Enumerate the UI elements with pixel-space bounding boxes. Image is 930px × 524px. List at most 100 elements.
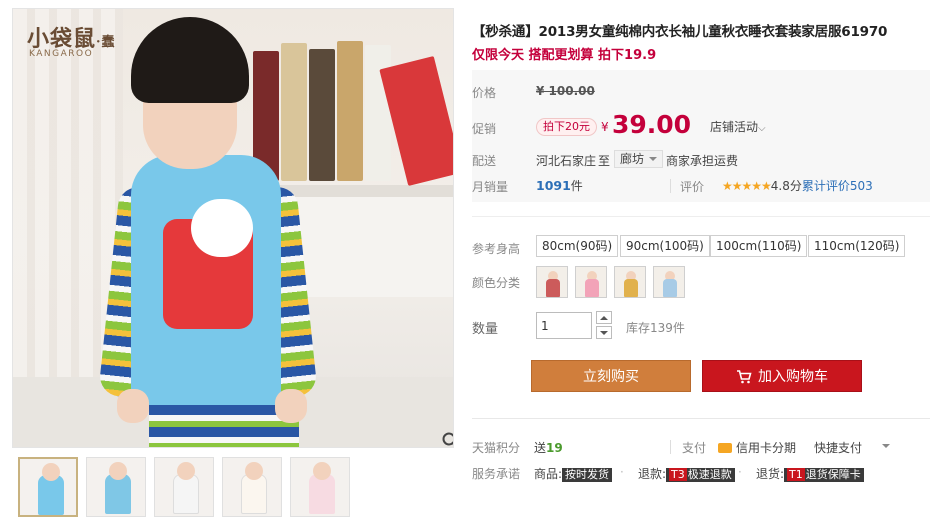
shipping-label: 配送: [472, 154, 497, 168]
monthly-sales: 1091件: [536, 177, 583, 194]
service-label: 服务承诺: [472, 467, 521, 481]
thumbnail-child: [105, 474, 131, 514]
color-option-4[interactable]: [653, 266, 685, 298]
credit-card-label: 信用卡分期: [736, 441, 797, 455]
fast-refund-badge[interactable]: T3 极速退款: [666, 468, 735, 482]
product-subtitle: 仅限今天 搭配更划算 拍下19.9: [472, 48, 657, 63]
size-label: 参考身高: [472, 242, 521, 256]
shipping-origin: 河北石家庄: [536, 154, 597, 168]
service-refund: 退款: T3 极速退款: [638, 465, 735, 482]
price-label: 价格: [472, 86, 497, 100]
currency-symbol: ¥: [601, 120, 609, 134]
main-product-image[interactable]: 小袋鼠·蠢 KANGAROO: [12, 8, 454, 448]
sales-unit: 件: [570, 179, 583, 193]
thumbnail-child-head: [313, 462, 331, 480]
credit-card-installment[interactable]: 信用卡分期: [718, 439, 796, 456]
original-price: ¥ 100.00: [536, 84, 595, 98]
destination-select[interactable]: 廊坊: [614, 150, 664, 168]
product-info-panel: 【秒杀通】2013男女童纯棉内衣长袖儿童秋衣睡衣套装家居服61970 仅限今天 …: [472, 0, 930, 524]
book: [309, 49, 335, 181]
thumbnail-child: [173, 474, 199, 514]
thumbnail-child: [309, 474, 335, 514]
size-options: 参考身高 80cm(90码) 90cm(100码) 100cm(110码) 11…: [472, 235, 930, 257]
service-goods: 商品: 按时发货: [534, 465, 613, 482]
return-guarantee-label: 退货保障卡: [805, 468, 861, 481]
chevron-down-icon: [600, 331, 608, 339]
separator-dot: ·: [738, 465, 742, 479]
sale-price: 39.00: [612, 110, 692, 139]
payment-label: 支付: [682, 441, 707, 455]
section-divider: [472, 216, 930, 217]
thumbnail-4[interactable]: [222, 457, 282, 517]
book: [337, 41, 363, 181]
swatch-body: [663, 279, 677, 297]
swatch-body: [546, 279, 560, 297]
thumbnail-5[interactable]: [290, 457, 350, 517]
shipping-to: 至: [598, 154, 611, 168]
thumbnail-child-head: [109, 462, 127, 480]
section-divider: [472, 418, 930, 419]
size-option-90[interactable]: 90cm(100码): [620, 235, 710, 257]
color-option-2[interactable]: [575, 266, 607, 298]
service-return: 退货: T1 退货保障卡: [756, 465, 864, 482]
rating-score: 4.8分: [770, 179, 802, 193]
buy-now-button[interactable]: 立刻购买: [531, 360, 691, 392]
promo-label: 促销: [472, 122, 497, 136]
shipping-fee: 商家承担运费: [666, 154, 739, 168]
divider: [670, 440, 671, 454]
total-reviews-link[interactable]: 累计评价503: [802, 179, 873, 193]
service-return-label: 退货:: [756, 467, 785, 481]
separator-dot: ·: [620, 465, 624, 479]
quantity-label: 数量: [472, 322, 499, 337]
chevron-up-icon: [600, 312, 608, 320]
shop-activity-dropdown[interactable]: 店铺活动⌵: [710, 118, 766, 135]
shirt-print-bear: [191, 199, 253, 257]
thumbnail-child: [38, 475, 64, 515]
thumbnail-3[interactable]: [154, 457, 214, 517]
sales-count: 1091: [536, 178, 571, 193]
star-rating-icon: ★★★★★: [722, 179, 772, 193]
color-option-1[interactable]: [536, 266, 568, 298]
cart-icon: [737, 370, 752, 384]
quantity-input[interactable]: [536, 312, 592, 339]
child-hand: [275, 389, 307, 423]
size-option-110[interactable]: 110cm(120码): [808, 235, 906, 257]
book: [365, 45, 391, 181]
thumbnail-1[interactable]: [18, 457, 78, 517]
rating-summary[interactable]: ★★★★★4.8分累计评价503: [722, 177, 873, 194]
thumbnail-child-head: [177, 462, 195, 480]
chevron-down-icon[interactable]: [882, 444, 890, 452]
service-refund-label: 退款:: [638, 467, 667, 481]
quantity-increase-button[interactable]: [596, 311, 612, 324]
color-label: 颜色分类: [472, 276, 521, 290]
add-to-cart-label: 加入购物车: [758, 369, 828, 385]
thumbnail-child: [241, 474, 267, 514]
child-hair: [131, 17, 249, 103]
size-option-100[interactable]: 100cm(110码): [710, 235, 808, 257]
price-box: 价格 ¥ 100.00 促销 拍下20元 ¥ 39.00 店铺活动⌵ 配送 河北…: [472, 70, 930, 202]
thumbnail-child-head: [42, 463, 60, 481]
color-options: 颜色分类: [472, 266, 930, 300]
on-time-delivery-badge[interactable]: 按时发货: [562, 468, 613, 482]
size-option-80[interactable]: 80cm(90码): [536, 235, 619, 257]
swatch-body: [624, 279, 638, 297]
t1-badge: T1: [787, 468, 805, 481]
chevron-down-icon: ⌵: [758, 123, 766, 134]
color-option-3[interactable]: [614, 266, 646, 298]
add-to-cart-button[interactable]: 加入购物车: [702, 360, 862, 392]
child-hand: [117, 389, 149, 423]
tmall-points: 送19: [534, 439, 563, 456]
tmall-points-label: 天猫积分: [472, 441, 521, 455]
magnifier-icon[interactable]: [441, 431, 454, 448]
stock-count: 库存139件: [626, 321, 685, 335]
fast-refund-label: 极速退款: [687, 468, 732, 481]
swatch-body: [585, 279, 599, 297]
points-prefix: 送: [534, 441, 547, 455]
quick-pay-dropdown[interactable]: 快捷支付: [814, 439, 862, 456]
thumbnail-2[interactable]: [86, 457, 146, 517]
quantity-decrease-button[interactable]: [596, 326, 612, 339]
divider: [670, 179, 671, 193]
review-label: 评价: [680, 180, 705, 194]
return-guarantee-badge[interactable]: T1 退货保障卡: [784, 468, 864, 482]
credit-card-icon: [718, 443, 732, 453]
